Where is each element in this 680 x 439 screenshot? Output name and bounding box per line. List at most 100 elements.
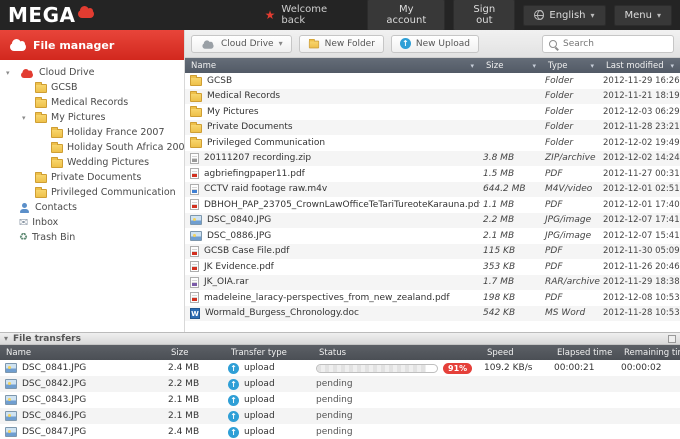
- column-header-type[interactable]: Type: [542, 61, 600, 71]
- transfer-row[interactable]: DSC_0847.JPG2.4 MBuploadpending: [0, 424, 680, 439]
- file-modified: 2012-12-07 15:41: [600, 231, 680, 241]
- language-dropdown[interactable]: English: [523, 5, 605, 26]
- column-header-size[interactable]: Size: [165, 348, 225, 358]
- pdf-icon: [190, 292, 199, 303]
- file-row[interactable]: GCSB Case File.pdf115 KBPDF2012-11-30 05…: [185, 244, 680, 260]
- cloud-drive-dropdown[interactable]: Cloud Drive: [191, 35, 292, 53]
- tree-item-trash-bin[interactable]: Trash Bin: [0, 230, 184, 245]
- cloud-drive-label: Cloud Drive: [221, 39, 274, 49]
- globe-icon: [534, 10, 544, 20]
- search-box[interactable]: [542, 35, 674, 53]
- transfer-row[interactable]: DSC_0842.JPG2.2 MBuploadpending: [0, 376, 680, 392]
- file-row[interactable]: agbriefingpaper11.pdf1.5 MBPDF2012-11-27…: [185, 166, 680, 182]
- transfer-row[interactable]: DSC_0843.JPG2.1 MBuploadpending: [0, 392, 680, 408]
- transfer-type-label: upload: [244, 363, 275, 373]
- file-name: 20111207 recording.zip: [204, 153, 311, 163]
- file-row[interactable]: JK Evidence.pdf353 KBPDF2012-11-26 20:46: [185, 259, 680, 275]
- search-icon: [548, 39, 559, 50]
- tree-item-holiday-south-africa-2006[interactable]: Holiday South Africa 2006: [0, 140, 184, 155]
- file-modified: 2012-11-29 18:38: [600, 277, 680, 287]
- file-name-cell: Private Documents: [185, 122, 480, 133]
- column-header-remaining[interactable]: Remaining time: [618, 348, 680, 358]
- file-row[interactable]: Medical RecordsFolder2012-11-21 18:19: [185, 89, 680, 105]
- file-row[interactable]: CCTV raid footage raw.m4v644.2 MBM4V/vid…: [185, 182, 680, 198]
- file-modified: 2012-11-30 05:09: [600, 246, 680, 256]
- file-name: madeleine_laracy-perspectives_from_new_z…: [204, 293, 450, 303]
- file-row[interactable]: 20111207 recording.zip3.8 MBZIP/archive2…: [185, 151, 680, 167]
- collapse-icon[interactable]: [4, 334, 8, 344]
- file-row[interactable]: JK_OIA.rar1.7 MBRAR/archive2012-11-29 18…: [185, 275, 680, 291]
- column-header-elapsed[interactable]: Elapsed time: [551, 348, 618, 358]
- minimize-icon[interactable]: [668, 335, 676, 343]
- file-row[interactable]: Wormald_Burgess_Chronology.doc542 KBMS W…: [185, 306, 680, 322]
- search-input[interactable]: [563, 39, 668, 49]
- file-row[interactable]: madeleine_laracy-perspectives_from_new_z…: [185, 290, 680, 306]
- tree-item-label: Holiday South Africa 2006: [67, 142, 191, 153]
- main-panel: Cloud Drive New Folder New Upload Name S…: [185, 30, 680, 332]
- file-size: 115 KB: [480, 246, 542, 256]
- column-header-modified[interactable]: Last modified: [600, 61, 680, 71]
- tree-item-inbox[interactable]: Inbox: [0, 215, 184, 230]
- file-row[interactable]: DBHOH_PAP_23705_CrownLawOfficeTeTariTure…: [185, 197, 680, 213]
- tree-item-holiday-france-2007[interactable]: Holiday France 2007: [0, 125, 184, 140]
- folder-icon: [190, 77, 202, 86]
- file-row[interactable]: Private DocumentsFolder2012-11-28 23:21: [185, 120, 680, 136]
- new-upload-button[interactable]: New Upload: [391, 35, 479, 53]
- transfer-type-label: upload: [244, 395, 275, 405]
- tree-item-label: GCSB: [51, 82, 78, 93]
- collapse-icon[interactable]: [6, 69, 15, 77]
- file-name-cell: Privileged Communication: [185, 137, 480, 148]
- file-modified: 2012-11-26 20:46: [600, 262, 680, 272]
- folder-icon: [35, 174, 47, 183]
- column-header-speed[interactable]: Speed: [481, 348, 551, 358]
- collapse-icon[interactable]: [22, 114, 31, 122]
- file-modified: 2012-12-08 10:53: [600, 293, 680, 303]
- transfer-status-cell: pending: [313, 411, 481, 421]
- file-type: PDF: [542, 262, 600, 272]
- file-row[interactable]: DSC_0886.JPG2.1 MBJPG/image2012-12-07 15…: [185, 228, 680, 244]
- file-name-cell: Wormald_Burgess_Chronology.doc: [185, 308, 480, 319]
- column-header-status[interactable]: Status: [313, 348, 481, 358]
- sign-out-button[interactable]: Sign out: [453, 0, 515, 31]
- folder-icon: [35, 189, 47, 198]
- zip-icon: [190, 153, 199, 164]
- file-row[interactable]: My PicturesFolder2012-12-03 06:29: [185, 104, 680, 120]
- file-size: 542 KB: [480, 308, 542, 318]
- tree-item-label: Holiday France 2007: [67, 127, 165, 138]
- transfers-panel: File transfers Name Size Transfer type S…: [0, 332, 680, 439]
- file-type: Folder: [542, 91, 600, 101]
- my-account-button[interactable]: My account: [367, 0, 445, 31]
- new-folder-button[interactable]: New Folder: [299, 35, 384, 53]
- tree-item-contacts[interactable]: Contacts: [0, 200, 184, 215]
- column-label: Last modified: [606, 61, 664, 71]
- column-header-transfer-type[interactable]: Transfer type: [225, 348, 313, 358]
- upload-icon: [228, 411, 239, 422]
- mega-logo[interactable]: MEGA: [8, 3, 117, 27]
- tree-item-private-documents[interactable]: Private Documents: [0, 170, 184, 185]
- upload-icon: [228, 379, 239, 390]
- file-row[interactable]: Privileged CommunicationFolder2012-12-02…: [185, 135, 680, 151]
- transfer-row[interactable]: DSC_0841.JPG2.4 MBupload91%109.2 KB/s00:…: [0, 360, 680, 376]
- file-modified: 2012-11-27 00:31: [600, 169, 680, 179]
- new-upload-label: New Upload: [416, 39, 470, 49]
- new-folder-label: New Folder: [325, 39, 375, 49]
- menu-dropdown[interactable]: Menu: [614, 5, 672, 26]
- file-type: Folder: [542, 107, 600, 117]
- sort-arrow-icon: [470, 61, 474, 71]
- transfers-header[interactable]: File transfers: [0, 332, 680, 345]
- tree-item-gcsb[interactable]: GCSB: [0, 80, 184, 95]
- column-header-size[interactable]: Size: [480, 61, 542, 71]
- tree-item-my-pictures[interactable]: My Pictures: [0, 110, 184, 125]
- transfer-name-cell: DSC_0842.JPG: [0, 379, 165, 389]
- column-header-name[interactable]: Name: [185, 61, 480, 71]
- tree-item-cloud-drive[interactable]: Cloud Drive: [0, 65, 184, 80]
- file-name: Wormald_Burgess_Chronology.doc: [205, 308, 359, 318]
- file-row[interactable]: DSC_0840.JPG2.2 MBJPG/image2012-12-07 17…: [185, 213, 680, 229]
- tree-item-wedding-pictures[interactable]: Wedding Pictures: [0, 155, 184, 170]
- column-header-name[interactable]: Name: [0, 348, 165, 358]
- tree-item-medical-records[interactable]: Medical Records: [0, 95, 184, 110]
- tree-item-privileged-communication[interactable]: Privileged Communication: [0, 185, 184, 200]
- folder-icon: [51, 144, 63, 153]
- transfer-row[interactable]: DSC_0846.JPG2.1 MBuploadpending: [0, 408, 680, 424]
- file-row[interactable]: GCSBFolder2012-11-29 16:26: [185, 73, 680, 89]
